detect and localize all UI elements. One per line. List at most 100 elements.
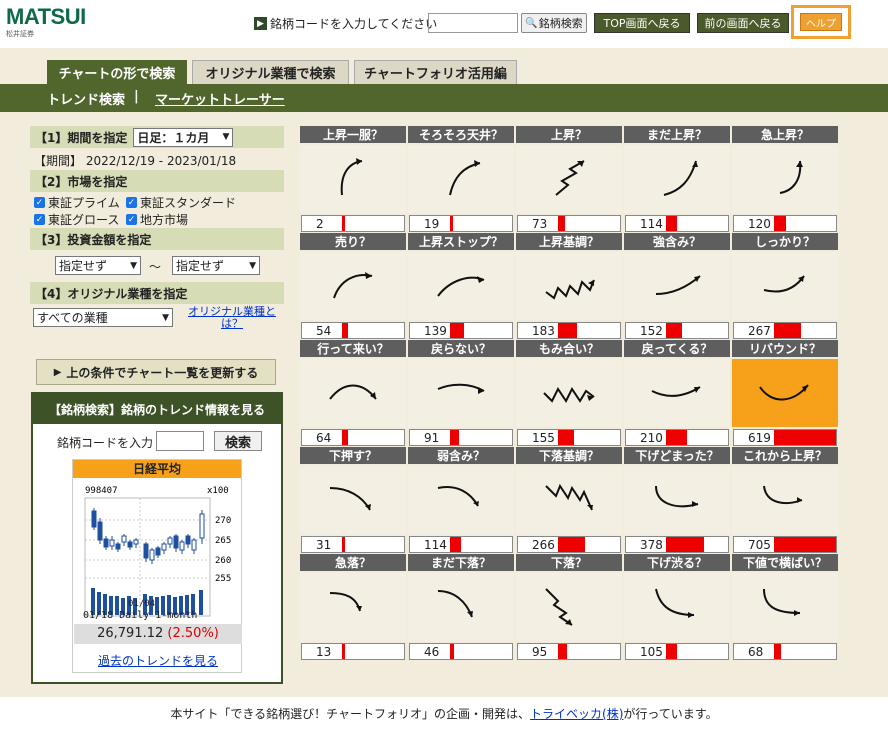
trend-shape-icon[interactable]: [300, 145, 406, 213]
trend-cell[interactable]: 上昇基調？ 183: [516, 233, 622, 340]
trend-cell[interactable]: リバウンド？ 619: [732, 340, 838, 447]
trend-shape-icon[interactable]: [408, 466, 514, 534]
trend-cell[interactable]: 下値で横ばい？ 68: [732, 554, 838, 661]
trend-title[interactable]: 上昇ストップ？: [408, 233, 514, 250]
trend-cell[interactable]: 急落？ 13: [300, 554, 406, 661]
trend-cell[interactable]: 行って来い？ 64: [300, 340, 406, 447]
update-chart-button[interactable]: ▶ 上の条件でチャート一覧を更新する: [36, 359, 276, 385]
trend-cell[interactable]: 下げどまった？ 378: [624, 447, 730, 554]
subnav-market-tracer[interactable]: マーケットトレーサー: [155, 89, 285, 108]
industry-help-link[interactable]: オリジナル業種とは？: [182, 306, 282, 330]
market-standard-checkbox[interactable]: ✓ 東証スタンダード: [126, 194, 236, 211]
trend-title[interactable]: 下押す？: [300, 447, 406, 464]
header-search-button[interactable]: 🔍 銘柄検索: [521, 13, 587, 33]
trend-cell[interactable]: もみ合い？ 155: [516, 340, 622, 447]
trend-title[interactable]: しっかり？: [732, 233, 838, 250]
trend-title[interactable]: そろそろ天井？: [408, 126, 514, 143]
trend-title[interactable]: 下げどまった？: [624, 447, 730, 464]
trend-title[interactable]: リバウンド？: [732, 340, 838, 357]
trend-title[interactable]: 急上昇？: [732, 126, 838, 143]
trend-cell[interactable]: 戻ってくる？ 210: [624, 340, 730, 447]
trend-shape-icon[interactable]: [408, 252, 514, 320]
trend-title[interactable]: 下値で横ばい？: [732, 554, 838, 571]
trend-title[interactable]: まだ下落？: [408, 554, 514, 571]
trend-shape-icon[interactable]: [516, 145, 622, 213]
trend-shape-icon[interactable]: [408, 145, 514, 213]
trend-cell[interactable]: 売り？ 54: [300, 233, 406, 340]
trend-cell[interactable]: そろそろ天井？ 19: [408, 126, 514, 233]
trend-title[interactable]: 売り？: [300, 233, 406, 250]
trend-shape-icon[interactable]: [732, 252, 838, 320]
top-button[interactable]: TOP画面へ戻る: [594, 13, 690, 33]
trend-cell[interactable]: 強含み？ 152: [624, 233, 730, 340]
trend-shape-icon[interactable]: [408, 573, 514, 641]
trend-title[interactable]: 上昇？: [516, 126, 622, 143]
trend-shape-icon[interactable]: [300, 252, 406, 320]
footer-link[interactable]: トライベッカ(株): [530, 707, 623, 721]
trend-shape-icon[interactable]: [300, 573, 406, 641]
tab-chart-shape[interactable]: チャートの形で検索: [47, 60, 187, 84]
trend-title[interactable]: 下落？: [516, 554, 622, 571]
period-select[interactable]: 日足：１カ月 ▼: [133, 127, 234, 147]
trend-cell[interactable]: 弱含み？ 114: [408, 447, 514, 554]
trend-cell[interactable]: 上昇ストップ？ 139: [408, 233, 514, 340]
back-button[interactable]: 前の画面へ戻る: [697, 13, 789, 33]
trend-shape-icon[interactable]: [516, 466, 622, 534]
matsui-logo[interactable]: MATSUI 松井証券: [6, 6, 86, 39]
trend-cell[interactable]: 戻らない？ 91: [408, 340, 514, 447]
trend-title[interactable]: 戻ってくる？: [624, 340, 730, 357]
trend-shape-icon[interactable]: [516, 573, 622, 641]
trend-title[interactable]: 弱含み？: [408, 447, 514, 464]
trend-title[interactable]: 強含み？: [624, 233, 730, 250]
tab-original-industry[interactable]: オリジナル業種で検索: [192, 60, 349, 84]
trend-cell[interactable]: これから上昇？ 705: [732, 447, 838, 554]
industry-select[interactable]: すべての業種 ▼: [33, 308, 173, 327]
trend-title[interactable]: これから上昇？: [732, 447, 838, 464]
history-link[interactable]: 過去のトレンドを見る: [73, 652, 243, 669]
trend-title[interactable]: もみ合い？: [516, 340, 622, 357]
trend-shape-icon[interactable]: [300, 466, 406, 534]
lookup-search-button[interactable]: 検索: [214, 431, 262, 451]
trend-shape-icon[interactable]: [624, 466, 730, 534]
lookup-code-input[interactable]: [156, 431, 204, 451]
market-regional-checkbox[interactable]: ✓ 地方市場: [126, 211, 188, 228]
trend-title[interactable]: 戻らない？: [408, 340, 514, 357]
trend-cell[interactable]: 下落？ 95: [516, 554, 622, 661]
trend-shape-icon[interactable]: [732, 359, 838, 427]
trend-shape-icon[interactable]: [624, 145, 730, 213]
amount-from-select[interactable]: 指定せず ▼: [55, 256, 141, 275]
trend-cell[interactable]: まだ下落？ 46: [408, 554, 514, 661]
trend-shape-icon[interactable]: [732, 466, 838, 534]
trend-title[interactable]: 下落基調？: [516, 447, 622, 464]
trend-cell[interactable]: 急上昇？ 120: [732, 126, 838, 233]
trend-cell[interactable]: 下押す？ 31: [300, 447, 406, 554]
trend-cell[interactable]: しっかり？ 267: [732, 233, 838, 340]
trend-shape-icon[interactable]: [408, 359, 514, 427]
trend-title[interactable]: まだ上昇？: [624, 126, 730, 143]
trend-title[interactable]: 上昇基調？: [516, 233, 622, 250]
trend-title[interactable]: 下げ渋る？: [624, 554, 730, 571]
help-button[interactable]: ヘルプ: [800, 13, 842, 31]
subnav-trend-search[interactable]: トレンド検索: [47, 89, 125, 108]
index-mini-chart[interactable]: 998407 x100 270 265 260 255: [73, 478, 243, 618]
trend-shape-icon[interactable]: [624, 252, 730, 320]
trend-shape-icon[interactable]: [732, 573, 838, 641]
trend-shape-icon[interactable]: [624, 573, 730, 641]
market-prime-checkbox[interactable]: ✓ 東証プライム: [34, 194, 120, 211]
trend-shape-icon[interactable]: [516, 252, 622, 320]
trend-shape-icon[interactable]: [624, 359, 730, 427]
trend-shape-icon[interactable]: [732, 145, 838, 213]
trend-cell[interactable]: 下げ渋る？ 105: [624, 554, 730, 661]
trend-cell[interactable]: 上昇？ 73: [516, 126, 622, 233]
amount-to-select[interactable]: 指定せず ▼: [172, 256, 260, 275]
trend-cell[interactable]: 下落基調？ 266: [516, 447, 622, 554]
trend-shape-icon[interactable]: [516, 359, 622, 427]
trend-title[interactable]: 上昇一服？: [300, 126, 406, 143]
trend-title[interactable]: 行って来い？: [300, 340, 406, 357]
header-code-input[interactable]: [428, 13, 518, 33]
market-growth-checkbox[interactable]: ✓ 東証グロース: [34, 211, 119, 228]
tab-chartfolio-guide[interactable]: チャートフォリオ活用編: [354, 60, 517, 84]
trend-shape-icon[interactable]: [300, 359, 406, 427]
trend-title[interactable]: 急落？: [300, 554, 406, 571]
trend-cell[interactable]: 上昇一服？ 2: [300, 126, 406, 233]
